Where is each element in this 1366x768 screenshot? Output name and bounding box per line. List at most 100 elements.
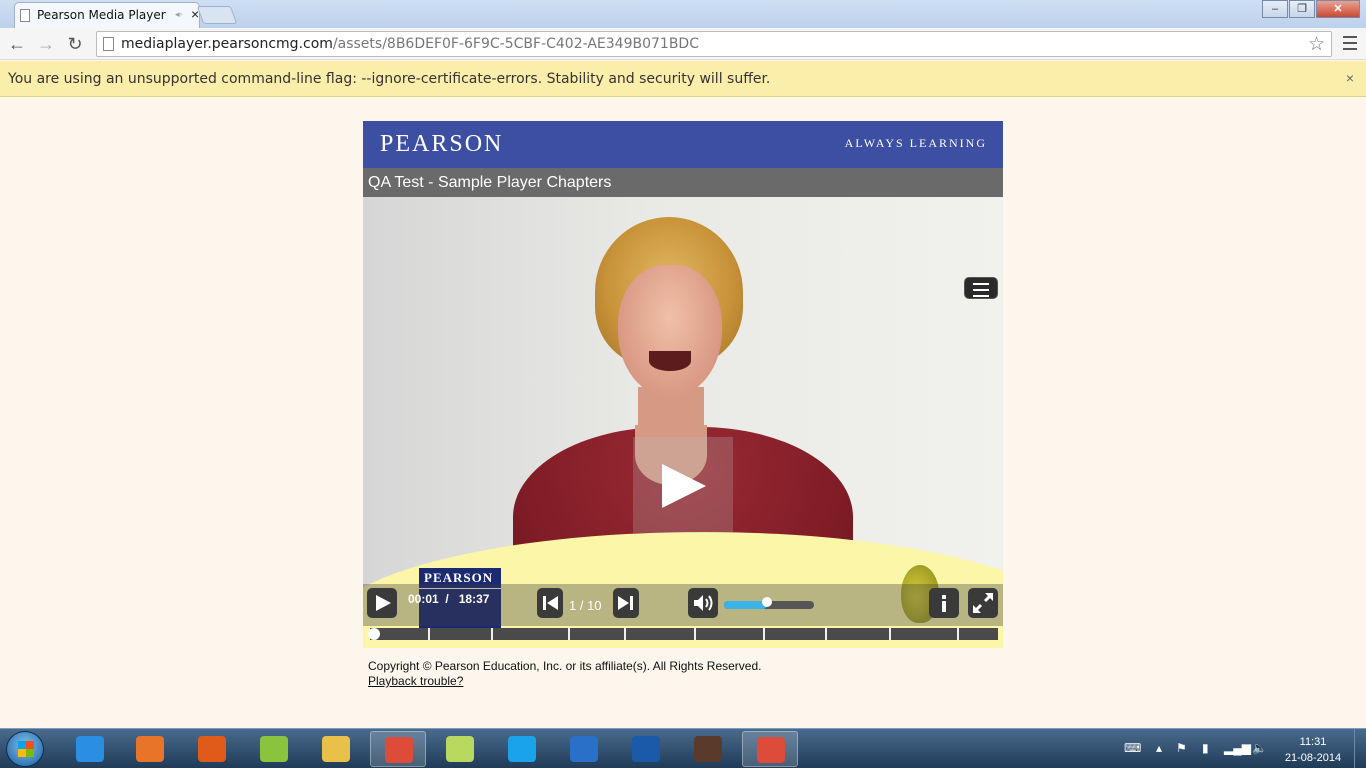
chapter-marker[interactable] [428,628,430,640]
chapter-marker[interactable] [624,628,626,640]
browser-tab[interactable]: Pearson Media Player ◂◦ × [14,2,200,28]
duration: 18:37 [458,592,490,606]
url-text: mediaplayer.pearsoncmg.com/assets/8B6DEF… [121,36,699,52]
chapter-marker[interactable] [568,628,570,640]
big-play-button[interactable] [633,437,733,533]
taskbar-app-skype[interactable] [494,731,550,767]
speaker-icon[interactable]: 🔈 [1252,741,1267,755]
taskbar-app-media-player[interactable] [122,731,178,767]
media-player-icon [136,736,164,762]
outlook-icon [632,736,660,762]
playback-trouble-link[interactable]: Playback trouble? [368,674,463,688]
chapter-marker[interactable] [957,628,959,640]
network-signal-icon[interactable]: ▂▄▆ [1224,741,1251,755]
firefox-icon [198,736,226,762]
infobar-close-icon[interactable]: × [1346,70,1354,86]
taskbar-app-chrome[interactable] [742,731,798,767]
player-brand-bar: PEARSON ALWAYS LEARNING [363,121,1003,168]
forward-arrow-icon[interactable]: → [34,32,58,56]
keyboard-icon[interactable]: ⌨ [1124,741,1141,755]
browser-toolbar: ← → ↻ mediaplayer.pearsoncmg.com/assets/… [0,28,1366,60]
chrome-icon [385,737,413,763]
android-sdk-icon [260,736,288,762]
reload-icon[interactable]: ↻ [63,32,87,56]
next-chapter-button[interactable] [613,588,639,618]
chapter-marker[interactable] [825,628,827,640]
page-info-icon[interactable] [103,37,114,51]
chapter-marker[interactable] [763,628,765,640]
fullscreen-button[interactable] [968,588,998,618]
show-desktop-button[interactable] [1354,729,1366,768]
bookmark-star-icon[interactable]: ☆ [1308,33,1325,56]
battery-icon[interactable]: ▮ [1202,741,1209,755]
tab-title: Pearson Media Player [37,8,166,22]
taskbar-app-java-ee-ide[interactable] [680,731,736,767]
page-icon [20,9,30,22]
play-button[interactable] [367,588,397,618]
taskbar-app-firefox[interactable] [184,731,240,767]
notes-icon [446,736,474,762]
chapter-marker[interactable] [694,628,696,640]
video-person-face [618,265,722,397]
taskbar-app-internet-explorer[interactable] [62,731,118,767]
volume-slider-knob[interactable] [762,597,772,607]
player-footer: Copyright © Pearson Education, Inc. or i… [368,659,761,689]
windows-taskbar: ⌨ ▴ ⚑ ▮ ▂▄▆ 🔈 11:31 21-08-2014 [0,728,1366,768]
start-button[interactable] [6,731,44,767]
browser-titlebar: Pearson Media Player ◂◦ × ‒ ❐ ✕ [0,0,1366,28]
mute-button[interactable] [688,588,718,618]
taskbar-app-android-sdk[interactable] [246,731,302,767]
clock-time: 11:31 [1299,736,1327,748]
internet-explorer-icon [76,736,104,762]
taskbar-app-outlook[interactable] [618,731,674,767]
video-title: QA Test - Sample Player Chapters [368,174,612,191]
restore-button[interactable]: ❐ [1289,0,1315,18]
window-controls: ‒ ❐ ✕ [1261,0,1360,18]
fullscreen-icon [972,592,994,614]
show-hidden-icons[interactable]: ▴ [1156,741,1162,755]
chapter-marker[interactable] [491,628,493,640]
info-button[interactable] [929,588,959,618]
pearson-logo: PEARSON [380,131,504,157]
seek-bar[interactable] [368,628,998,640]
back-arrow-icon[interactable]: ← [5,32,29,56]
brand-tagline: ALWAYS LEARNING [844,136,987,150]
clock-date: 21-08-2014 [1284,752,1342,764]
skype-icon [508,736,536,762]
play-icon [662,464,706,508]
taskbar-app-notes[interactable] [432,731,488,767]
video-frame[interactable]: PEARSON [363,197,1003,648]
skip-back-icon [543,596,558,610]
chapter-marker[interactable] [889,628,891,640]
minimize-button[interactable]: ‒ [1262,0,1288,18]
control-bar: 00:01 / 18:37 1 / 10 [363,584,1003,626]
video-title-bar: QA Test - Sample Player Chapters [363,168,1003,197]
current-time: 00:01 [408,592,439,606]
volume-icon [694,595,713,611]
previous-chapter-button[interactable] [537,588,563,618]
taskbar-app-lync[interactable] [556,731,612,767]
browser-menu-icon[interactable] [1340,32,1360,54]
info-icon [942,595,946,612]
chapters-menu-button[interactable] [964,277,998,299]
system-clock[interactable]: 11:31 21-08-2014 [1280,734,1346,766]
java-ee-ide-icon [694,736,722,762]
taskbar-app-file-explorer[interactable] [308,731,364,767]
new-tab-button[interactable] [196,6,238,24]
close-window-button[interactable]: ✕ [1316,0,1360,18]
tab-loading-icon: ◂◦ [175,9,183,19]
lync-icon [570,736,598,762]
chapter-counter: 1 / 10 [569,598,602,613]
seek-knob[interactable] [368,628,380,640]
windows-logo-icon [18,741,34,757]
address-bar[interactable]: mediaplayer.pearsoncmg.com/assets/8B6DEF… [96,31,1332,57]
warning-infobar: You are using an unsupported command-lin… [0,61,1366,97]
copyright-text: Copyright © Pearson Education, Inc. or i… [368,659,762,673]
infobar-message: You are using an unsupported command-lin… [8,71,771,87]
taskbar-app-chrome[interactable] [370,731,426,767]
action-center-flag-icon[interactable]: ⚑ [1176,741,1187,755]
chrome-icon [757,737,785,763]
media-player: PEARSON ALWAYS LEARNING QA Test - Sample… [363,121,1003,648]
video-person-mouth [649,351,691,371]
skip-forward-icon [618,596,633,610]
